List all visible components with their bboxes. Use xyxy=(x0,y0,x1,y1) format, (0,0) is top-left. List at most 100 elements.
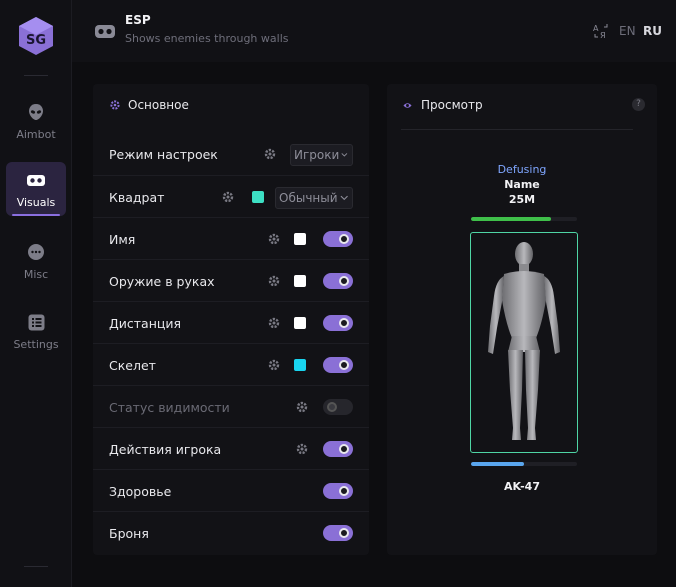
sidebar-divider xyxy=(24,566,48,567)
sidebar-item-label: Settings xyxy=(13,338,59,351)
distance-toggle[interactable] xyxy=(323,315,353,331)
setting-row-visibility: Статус видимости xyxy=(93,385,369,427)
setting-row-name: Имя xyxy=(93,217,369,259)
language-en-button[interactable]: EN xyxy=(619,24,636,38)
help-icon[interactable]: ? xyxy=(632,98,645,111)
setting-label: Режим настроек xyxy=(109,147,218,162)
panel-title: Основное xyxy=(110,98,189,112)
setting-row-weapon: Оружие в руках xyxy=(93,259,369,301)
toggle-knob xyxy=(339,318,349,328)
setting-label: Оружие в руках xyxy=(109,274,215,289)
preview-name: Name xyxy=(504,178,540,191)
color-swatch[interactable] xyxy=(294,233,306,245)
setting-row-skeleton: Скелет xyxy=(93,343,369,385)
panel-title-text: Просмотр xyxy=(421,98,483,112)
gear-icon[interactable] xyxy=(296,443,308,455)
svg-text:A: A xyxy=(593,24,599,33)
setting-label: Квадрат xyxy=(109,190,165,205)
preview-status: Defusing xyxy=(497,163,547,176)
select-value: Обычный xyxy=(279,191,338,205)
alien-icon xyxy=(26,102,46,122)
sidebar-item-aimbot[interactable]: Aimbot xyxy=(6,94,66,148)
setting-label: Скелет xyxy=(109,358,156,373)
gear-icon[interactable] xyxy=(268,359,280,371)
toggle-knob xyxy=(339,276,349,286)
actions-toggle[interactable] xyxy=(323,441,353,457)
setting-label: Имя xyxy=(109,232,136,247)
gear-icon[interactable] xyxy=(268,233,280,245)
sidebar-item-misc[interactable]: Misc xyxy=(6,234,66,288)
gear-icon[interactable] xyxy=(268,317,280,329)
svg-text:Я: Я xyxy=(600,31,606,40)
toggle-knob xyxy=(327,402,337,412)
setting-row-distance: Дистанция xyxy=(93,301,369,343)
sidebar-item-label: Aimbot xyxy=(16,128,56,141)
color-swatch[interactable] xyxy=(294,275,306,287)
gear-icon xyxy=(110,100,120,110)
translate-icon[interactable]: A Я xyxy=(592,22,610,40)
armor-toggle[interactable] xyxy=(323,525,353,541)
goggles-icon xyxy=(95,25,115,38)
skeleton-toggle[interactable] xyxy=(323,357,353,373)
visibility-toggle[interactable] xyxy=(323,399,353,415)
sidebar-item-visuals[interactable]: Visuals xyxy=(6,162,66,216)
sidebar-item-label: Visuals xyxy=(16,196,56,209)
preview-distance: 25M xyxy=(508,193,536,206)
setting-label: Здоровье xyxy=(109,484,172,499)
gear-icon[interactable] xyxy=(268,275,280,287)
toggle-knob xyxy=(339,528,349,538)
toggle-knob xyxy=(339,444,349,454)
setting-label: Действия игрока xyxy=(109,442,222,457)
sidebar-divider xyxy=(24,75,48,76)
setting-row-box: Квадрат Обычный xyxy=(93,175,369,217)
box-style-select[interactable]: Обычный xyxy=(275,187,353,209)
gear-icon[interactable] xyxy=(264,148,276,160)
color-swatch[interactable] xyxy=(294,359,306,371)
setting-row-mode: Режим настроек Игроки xyxy=(93,133,369,175)
page-title: ESP xyxy=(125,13,151,27)
weapon-toggle[interactable] xyxy=(323,273,353,289)
chevron-down-icon xyxy=(340,195,348,201)
character-model xyxy=(488,242,560,440)
more-dots-icon xyxy=(26,242,46,262)
gear-icon[interactable] xyxy=(222,191,234,203)
settings-panel: Основное Режим настроек Игроки Квадрат О… xyxy=(93,84,369,555)
chevron-down-icon xyxy=(341,153,348,157)
eye-icon xyxy=(403,103,412,108)
setting-label: Броня xyxy=(109,526,149,541)
app-logo-icon: SG xyxy=(19,17,53,55)
panel-title-text: Основное xyxy=(128,98,189,112)
divider xyxy=(401,129,633,130)
setting-row-armor: Броня xyxy=(93,511,369,553)
preview-weapon: AK-47 xyxy=(504,480,540,493)
list-icon xyxy=(26,312,46,332)
setting-row-health: Здоровье xyxy=(93,469,369,511)
toggle-knob xyxy=(339,486,349,496)
health-bar-fill xyxy=(471,217,551,221)
page-header: ESP Shows enemies through walls A Я EN R… xyxy=(72,0,676,62)
color-swatch[interactable] xyxy=(294,317,306,329)
select-value: Игроки xyxy=(294,148,340,162)
health-toggle[interactable] xyxy=(323,483,353,499)
page-subtitle: Shows enemies through walls xyxy=(125,32,289,45)
sidebar-item-settings[interactable]: Settings xyxy=(6,304,66,358)
gear-icon[interactable] xyxy=(296,401,308,413)
goggles-icon xyxy=(26,170,46,190)
sidebar-item-label: Misc xyxy=(23,268,49,281)
armor-bar-fill xyxy=(471,462,524,466)
name-toggle[interactable] xyxy=(323,231,353,247)
sidebar: SG Aimbot Visuals Misc Settings xyxy=(0,0,72,587)
svg-text:SG: SG xyxy=(26,33,46,48)
toggle-knob xyxy=(339,234,349,244)
preview-panel: Просмотр ? Defusing Name 25M AK-47 xyxy=(387,84,657,555)
language-ru-button[interactable]: RU xyxy=(643,24,662,38)
setting-row-actions: Действия игрока xyxy=(93,427,369,469)
panel-title: Просмотр xyxy=(402,98,483,112)
armor-bar xyxy=(471,462,577,466)
setting-label: Статус видимости xyxy=(109,400,230,415)
setting-label: Дистанция xyxy=(109,316,182,331)
color-swatch[interactable] xyxy=(252,191,264,203)
mode-select[interactable]: Игроки xyxy=(290,144,353,166)
toggle-knob xyxy=(339,360,349,370)
health-bar xyxy=(471,217,577,221)
